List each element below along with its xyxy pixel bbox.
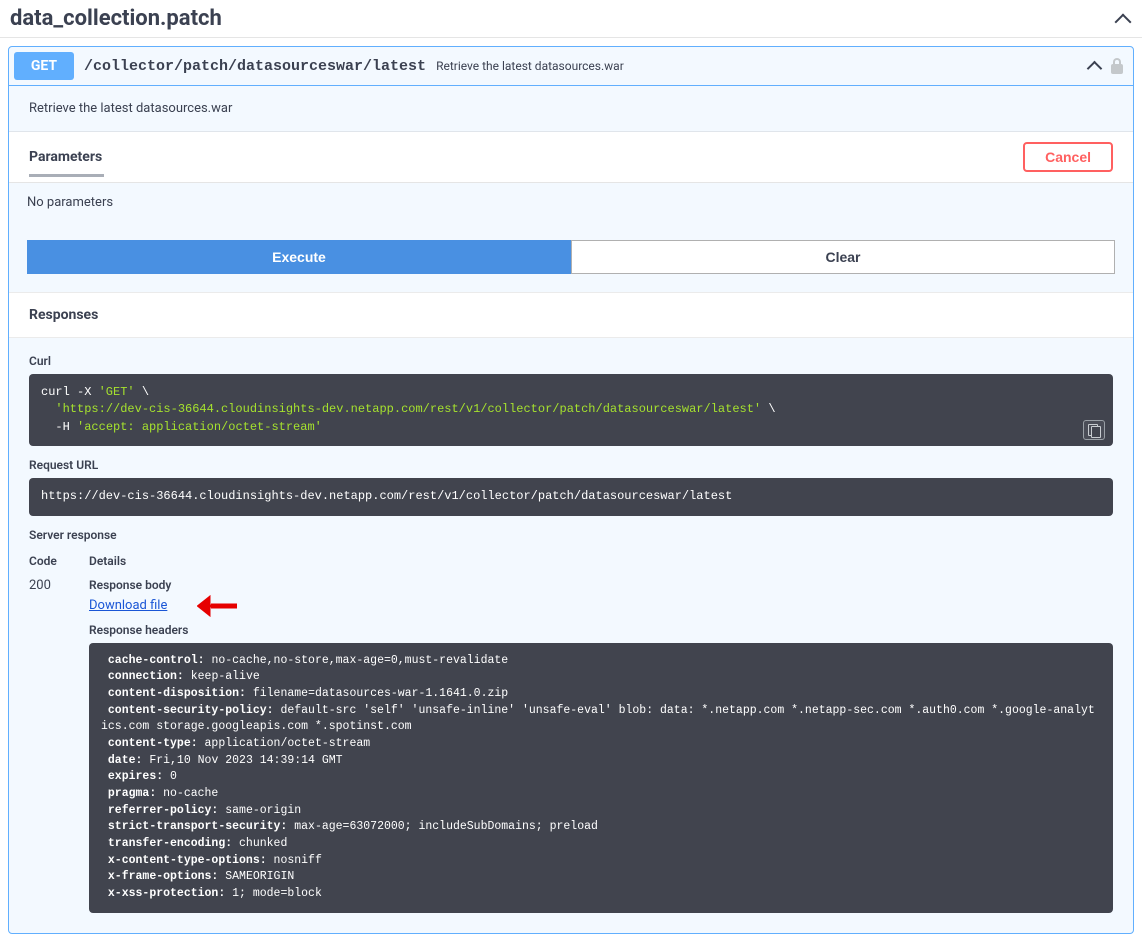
response-header-line: x-frame-options: SAMEORIGIN <box>101 869 1101 886</box>
response-header-line: connection: keep-alive <box>101 669 1101 686</box>
response-header-line: x-xss-protection: 1; mode=block <box>101 886 1101 903</box>
responses-body: Curl curl -X 'GET' \ 'https://dev-cis-36… <box>9 338 1133 933</box>
opblock-summary[interactable]: GET /collector/patch/datasourceswar/late… <box>9 47 1133 86</box>
request-url-label: Request URL <box>29 458 1113 472</box>
response-row: 200 Response body Download file Response… <box>29 578 1113 913</box>
chevron-up-icon <box>1114 10 1132 28</box>
response-header-line: content-disposition: filename=datasource… <box>101 686 1101 703</box>
response-header-line: expires: 0 <box>101 769 1101 786</box>
responses-section-label: Responses <box>9 292 1133 338</box>
parameters-header: Parameters Cancel <box>9 132 1133 183</box>
response-header-line: transfer-encoding: chunked <box>101 836 1101 853</box>
operation-description: Retrieve the latest datasources.war <box>9 86 1133 132</box>
clear-button[interactable]: Clear <box>571 240 1115 274</box>
response-header-line: content-security-policy: default-src 'se… <box>101 703 1101 736</box>
request-url-text: https://dev-cis-36644.cloudinsights-dev.… <box>41 488 1101 505</box>
response-headers-label: Response headers <box>89 623 1113 637</box>
curl-label: Curl <box>29 354 1113 368</box>
download-wrap: Download file <box>89 598 1113 623</box>
operation-summary: Retrieve the latest datasources.war <box>436 59 1086 73</box>
response-header-line: content-type: application/octet-stream <box>101 736 1101 753</box>
action-button-row: Execute Clear <box>9 240 1133 292</box>
parameters-label: Parameters <box>29 149 1023 165</box>
opblock-get: GET /collector/patch/datasourceswar/late… <box>8 46 1134 934</box>
status-code: 200 <box>29 578 89 913</box>
download-file-link[interactable]: Download file <box>89 598 167 613</box>
cancel-button[interactable]: Cancel <box>1023 142 1113 172</box>
chevron-up-icon <box>1086 57 1104 75</box>
response-header-line: pragma: no-cache <box>101 786 1101 803</box>
response-header-line: x-content-type-options: nosniff <box>101 853 1101 870</box>
method-badge: GET <box>14 52 74 80</box>
response-header-line: referrer-policy: same-origin <box>101 803 1101 820</box>
code-column-header: Code <box>29 554 89 568</box>
annotation-arrow-icon <box>197 595 239 617</box>
request-url-block: https://dev-cis-36644.cloudinsights-dev.… <box>29 478 1113 515</box>
response-body-label: Response body <box>89 578 1113 592</box>
copy-icon[interactable] <box>1083 420 1105 440</box>
tag-header-row[interactable]: data_collection.patch <box>0 0 1142 38</box>
server-response-label: Server response <box>29 528 1113 542</box>
response-table-header: Code Details <box>29 548 1113 578</box>
curl-command-text: curl -X 'GET' \ 'https://dev-cis-36644.c… <box>41 384 1101 436</box>
opblock-container: GET /collector/patch/datasourceswar/late… <box>0 38 1142 934</box>
execute-button[interactable]: Execute <box>27 240 571 274</box>
underline-accent <box>29 174 104 177</box>
details-column-header: Details <box>89 554 1113 568</box>
operation-path: /collector/patch/datasourceswar/latest <box>84 58 426 75</box>
curl-code-block: curl -X 'GET' \ 'https://dev-cis-36644.c… <box>29 374 1113 446</box>
tag-title: data_collection.patch <box>10 6 1114 31</box>
response-header-line: cache-control: no-cache,no-store,max-age… <box>101 653 1101 670</box>
response-details-cell: Response body Download file Response hea… <box>89 578 1113 913</box>
no-parameters-text: No parameters <box>9 183 1133 240</box>
lock-icon[interactable] <box>1110 58 1124 74</box>
response-header-line: strict-transport-security: max-age=63072… <box>101 819 1101 836</box>
response-header-line: date: Fri,10 Nov 2023 14:39:14 GMT <box>101 753 1101 770</box>
response-headers-block: cache-control: no-cache,no-store,max-age… <box>89 643 1113 913</box>
